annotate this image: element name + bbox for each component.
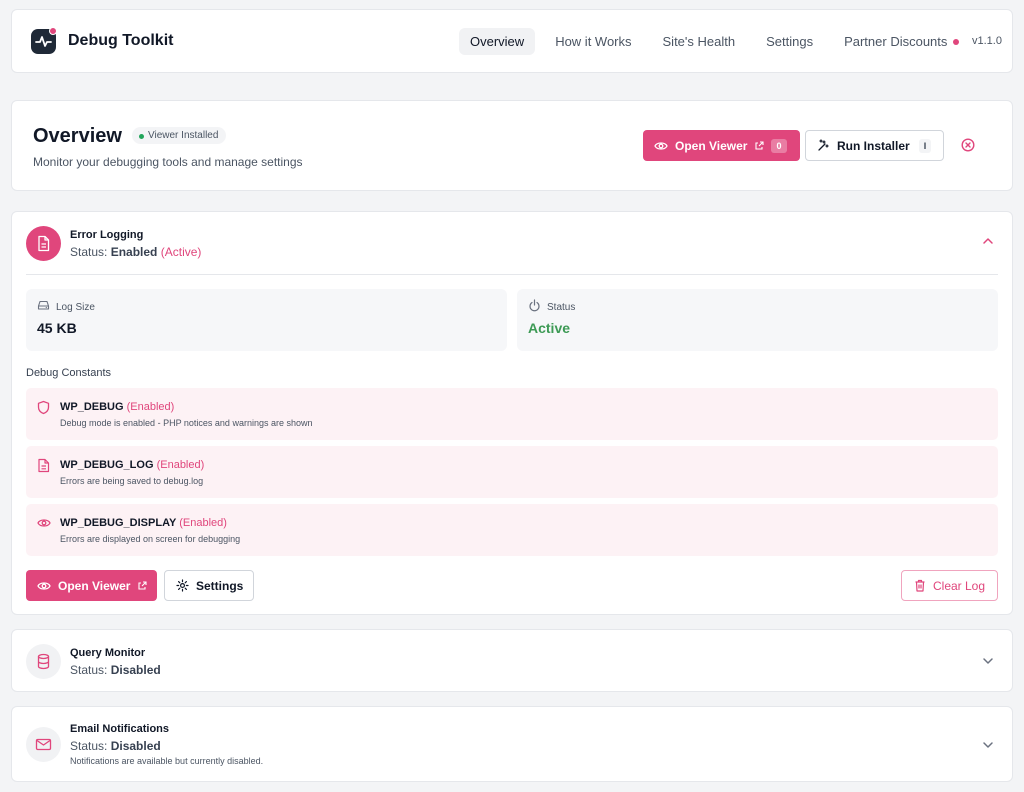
external-link-icon (138, 580, 148, 590)
page-title: Overview (33, 125, 122, 147)
shield-icon (37, 400, 50, 415)
shortcut-key: I (918, 138, 932, 153)
query-monitor-status: Status: Disabled (70, 663, 161, 677)
activity-icon (35, 36, 52, 47)
section-divider (26, 274, 998, 275)
status-prefix: Status: (70, 663, 108, 677)
error-logging-status: Status: Enabled (Active) (70, 245, 201, 259)
status-prefix: Status: (70, 245, 108, 259)
constant-name-text: WP_DEBUG_LOG (60, 459, 154, 471)
status-box: Status Active (517, 289, 998, 351)
constant-name-text: WP_DEBUG_DISPLAY (60, 517, 177, 529)
sparkle-wand-icon (818, 139, 829, 151)
email-notifications-section[interactable]: Email Notifications Status: Disabled Not… (11, 706, 1013, 782)
email-notifications-status: Status: Disabled (70, 739, 161, 753)
error-logging-section: Error Logging Status: Enabled (Active) L… (11, 211, 1013, 615)
hard-drive-icon (37, 300, 50, 310)
constant-description: Errors are being saved to debug.log (60, 476, 204, 486)
eye-icon (37, 581, 51, 590)
query-monitor-icon-badge (26, 644, 61, 679)
nav-overview[interactable]: Overview (459, 27, 536, 55)
chevron-up-icon[interactable] (982, 237, 994, 245)
log-size-label: Log Size (56, 302, 95, 313)
error-logging-title: Error Logging (70, 229, 144, 241)
eye-icon (654, 141, 668, 150)
status-active-tag: (Active) (160, 245, 202, 259)
status-box-label: Status (547, 302, 576, 313)
viewer-installed-badge: Viewer Installed (132, 127, 227, 144)
constant-name: WP_DEBUG (Enabled) (60, 401, 174, 413)
nav-how-it-works[interactable]: How it Works (544, 28, 642, 55)
debug-constants-title: Debug Constants (26, 367, 111, 379)
new-indicator-dot (953, 38, 960, 45)
constant-name-text: WP_DEBUG (60, 401, 124, 413)
status-box-value: Active (528, 320, 571, 336)
top-header: Debug Toolkit Overview How it Works Site… (11, 9, 1013, 73)
email-notifications-icon-badge (26, 727, 61, 762)
error-logging-icon-badge (26, 226, 61, 261)
email-notifications-note: Notifications are available but currentl… (70, 756, 264, 766)
error-log-settings-button[interactable]: Settings (164, 570, 254, 601)
database-icon (37, 653, 50, 670)
close-circle-icon[interactable] (961, 138, 975, 152)
chevron-down-icon[interactable] (982, 657, 994, 665)
chevron-down-icon[interactable] (982, 741, 994, 749)
constant-row-wp-debug: WP_DEBUG (Enabled) Debug mode is enabled… (26, 388, 998, 440)
log-size-box: Log Size 45 KB (26, 289, 507, 351)
clear-log-label: Clear Log (933, 578, 986, 593)
constant-description: Errors are displayed on screen for debug… (60, 534, 241, 544)
status-value: Disabled (110, 663, 161, 677)
open-viewer-button[interactable]: Open Viewer 0 (643, 130, 800, 161)
constant-name: WP_DEBUG_DISPLAY (Enabled) (60, 517, 227, 529)
query-monitor-title: Query Monitor (70, 647, 146, 659)
constant-state: (Enabled) (179, 517, 227, 529)
clear-log-button[interactable]: Clear Log (901, 570, 998, 601)
nav-partner-discounts[interactable]: Partner Discounts (833, 28, 970, 55)
eye-icon (37, 519, 51, 527)
nav-partner-discounts-label: Partner Discounts (844, 33, 948, 49)
status-value: Enabled (110, 245, 158, 259)
overview-card: Overview Viewer Installed Monitor your d… (11, 100, 1013, 191)
settings-label: Settings (196, 578, 244, 593)
page-subtitle: Monitor your debugging tools and manage … (33, 155, 303, 169)
file-icon (38, 458, 50, 473)
nav-sites-health[interactable]: Site's Health (652, 28, 747, 55)
query-monitor-section[interactable]: Query Monitor Status: Disabled (11, 629, 1013, 692)
constant-state: (Enabled) (156, 459, 205, 471)
error-log-open-viewer-button[interactable]: Open Viewer (26, 570, 157, 601)
viewer-count-badge: 0 (771, 138, 787, 153)
constant-description: Debug mode is enabled - PHP notices and … (60, 418, 313, 428)
nav-settings[interactable]: Settings (755, 28, 824, 55)
version-label: v1.1.0 (972, 35, 1002, 47)
status-value: Disabled (110, 739, 161, 753)
open-viewer-label: Open Viewer (58, 578, 131, 593)
constant-state: (Enabled) (126, 401, 175, 413)
logo-notification-dot (49, 27, 57, 35)
external-link-icon (755, 140, 765, 150)
gear-icon (176, 579, 189, 592)
constant-name: WP_DEBUG_LOG (Enabled) (60, 459, 204, 471)
power-icon (529, 299, 540, 312)
status-prefix: Status: (70, 739, 108, 753)
file-text-icon (38, 235, 50, 252)
trash-icon (915, 579, 925, 592)
brand-title: Debug Toolkit (68, 32, 174, 49)
run-installer-button[interactable]: Run Installer I (805, 130, 944, 161)
mail-icon (35, 738, 52, 751)
constant-row-wp-debug-display: WP_DEBUG_DISPLAY (Enabled) Errors are di… (26, 504, 998, 556)
email-notifications-title: Email Notifications (70, 723, 170, 735)
open-viewer-label: Open Viewer (675, 138, 748, 153)
main-nav: Overview How it Works Site's Health Sett… (459, 27, 979, 55)
run-installer-label: Run Installer (837, 138, 910, 153)
constant-row-wp-debug-log: WP_DEBUG_LOG (Enabled) Errors are being … (26, 446, 998, 498)
log-size-value: 45 KB (37, 320, 77, 336)
